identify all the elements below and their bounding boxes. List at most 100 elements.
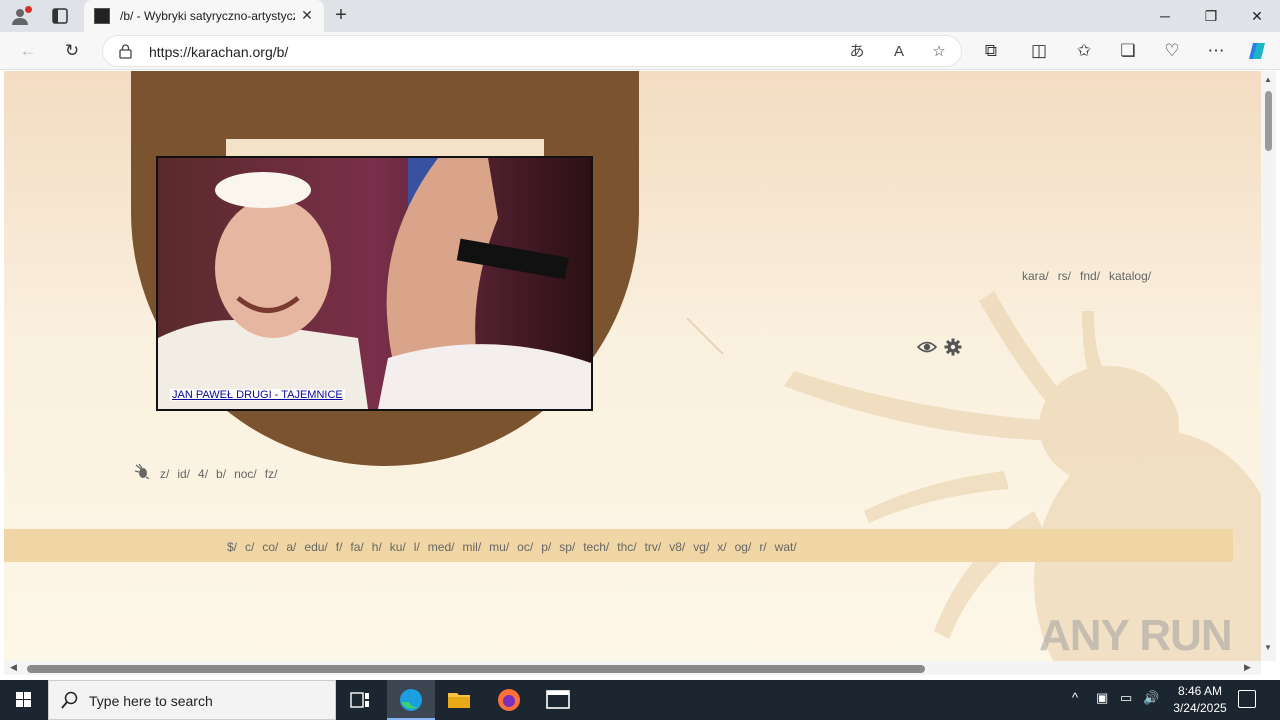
clock-date: 3/24/2025 [1173, 701, 1227, 715]
board-link[interactable]: l/ [414, 540, 420, 554]
mid-board-nav: z/id/4/b/noc/fz/ [160, 467, 285, 481]
vertical-scrollbar[interactable]: ▲ ▼ [1261, 71, 1276, 661]
board-list-bar: $/ c/co/a/edu/f/fa/h/ku/l/med/mil/mu/oc/p… [4, 529, 1233, 562]
meet-now-icon[interactable]: ▣ [1096, 690, 1108, 706]
read-aloud-icon[interactable]: A [887, 40, 911, 64]
board-link[interactable]: med/ [428, 540, 455, 554]
refresh-icon[interactable]: ↻ [58, 37, 86, 65]
top-board-nav: kara/rs/fnd/katalog/ [1022, 269, 1160, 283]
horizontal-scroll-thumb[interactable] [27, 665, 925, 673]
board-link[interactable]: c/ [245, 540, 254, 554]
more-menu-icon[interactable]: ⋯ [1202, 37, 1230, 65]
page-viewport: JAN PAWEŁ DRUGI - TAJEMNICE kara/rs/fnd/… [4, 71, 1261, 661]
volume-icon[interactable]: 🔊 [1143, 690, 1159, 706]
beetle-background-icon [784, 291, 1261, 661]
board-link[interactable]: x/ [717, 540, 726, 554]
scroll-down-icon[interactable]: ▼ [1264, 643, 1272, 652]
board-link-z[interactable]: z/ [160, 467, 169, 481]
scroll-right-icon[interactable]: ▶ [1244, 662, 1251, 673]
tray-overflow-icon[interactable]: ^ [1072, 690, 1078, 705]
start-button[interactable] [0, 680, 48, 720]
new-tab-button[interactable]: + [330, 5, 352, 27]
edge-taskbar-icon[interactable] [387, 680, 435, 720]
board-link[interactable]: v8/ [669, 540, 685, 554]
board-link[interactable]: f/ [336, 540, 343, 554]
board-link-b[interactable]: b/ [216, 467, 226, 481]
board-link-4[interactable]: 4/ [198, 467, 208, 481]
maximize-button[interactable]: ❐ [1188, 0, 1234, 32]
windows-taskbar: Type here to search ^ ▣ ▭ 🔊 8:46 AM 3/24… [0, 680, 1280, 720]
board-link[interactable]: $/ [227, 540, 237, 554]
board-link-fz[interactable]: fz/ [265, 467, 278, 481]
copilot-icon[interactable] [1244, 37, 1272, 65]
clock-time: 8:46 AM [1177, 684, 1223, 698]
taskbar-search[interactable]: Type here to search [48, 680, 336, 720]
board-link[interactable]: co/ [262, 540, 278, 554]
extensions-icon[interactable]: ⧉ [977, 37, 1005, 65]
url-text: https://karachan.org/b/ [149, 44, 289, 60]
gear-icon[interactable] [944, 338, 962, 356]
anyrun-watermark: ANY RUN [1039, 611, 1233, 660]
scroll-left-icon[interactable]: ◀ [10, 662, 17, 673]
board-link-id[interactable]: id/ [177, 467, 190, 481]
board-link-kara[interactable]: kara/ [1022, 269, 1049, 283]
board-link[interactable]: edu/ [304, 540, 327, 554]
tab-active[interactable]: /b/ - Wybryki satyryczno-artystyczne ✕ [84, 0, 324, 32]
site-favicon [94, 8, 110, 24]
browser-toolbar: ← ↻ https://karachan.org/b/ あ A ☆ ⧉ ◫ ✩ … [0, 32, 1280, 70]
back-icon[interactable]: ← [14, 37, 42, 65]
lock-icon [119, 44, 132, 59]
board-link-rs[interactable]: rs/ [1058, 269, 1071, 283]
board-link[interactable]: mu/ [489, 540, 509, 554]
translate-icon[interactable]: あ [845, 40, 869, 64]
browser-titlebar: /b/ - Wybryki satyryczno-artystyczne ✕ +… [0, 0, 1280, 32]
search-icon [61, 691, 78, 709]
favorite-star-icon[interactable]: ☆ [927, 40, 951, 64]
collections-icon[interactable]: ❏ [1114, 37, 1142, 65]
board-link[interactable]: trv/ [645, 540, 662, 554]
banner-image[interactable] [156, 156, 593, 411]
board-link[interactable]: h/ [372, 540, 382, 554]
vertical-scroll-thumb[interactable] [1265, 91, 1272, 151]
scroll-up-icon[interactable]: ▲ [1264, 75, 1272, 84]
board-link[interactable]: mil/ [462, 540, 481, 554]
board-link[interactable]: tech/ [583, 540, 609, 554]
board-link[interactable]: oc/ [517, 540, 533, 554]
board-link-noc[interactable]: noc/ [234, 467, 257, 481]
board-link[interactable]: og/ [735, 540, 752, 554]
board-link[interactable]: wat/ [775, 540, 797, 554]
beetle-icon [134, 463, 150, 479]
notification-icon[interactable] [1238, 690, 1256, 708]
eye-icon[interactable] [917, 339, 937, 355]
board-link[interactable]: a/ [286, 540, 296, 554]
task-view-icon[interactable] [336, 680, 384, 720]
board-link-katalog[interactable]: katalog/ [1109, 269, 1151, 283]
search-placeholder: Type here to search [89, 693, 213, 709]
board-link[interactable]: r/ [759, 540, 766, 554]
firefox-icon[interactable] [485, 680, 533, 720]
close-window-button[interactable]: ✕ [1234, 0, 1280, 32]
split-screen-icon[interactable]: ◫ [1025, 37, 1053, 65]
window-app-icon[interactable] [534, 680, 582, 720]
profile-icon[interactable] [10, 6, 32, 26]
minimize-button[interactable]: ─ [1142, 0, 1188, 32]
divider-line [686, 317, 724, 355]
banner-caption-link[interactable]: JAN PAWEŁ DRUGI - TAJEMNICE [170, 389, 345, 401]
board-link[interactable]: thc/ [617, 540, 636, 554]
network-icon[interactable]: ▭ [1120, 690, 1132, 706]
browser-essentials-icon[interactable]: ♡ [1158, 37, 1186, 65]
board-link-fnd[interactable]: fnd/ [1080, 269, 1100, 283]
board-link[interactable]: p/ [541, 540, 551, 554]
file-explorer-icon[interactable] [435, 680, 483, 720]
board-link[interactable]: fa/ [350, 540, 363, 554]
favorites-icon[interactable]: ✩ [1070, 37, 1098, 65]
board-link[interactable]: vg/ [693, 540, 709, 554]
tab-actions-icon[interactable] [50, 6, 70, 26]
board-link[interactable]: sp/ [559, 540, 575, 554]
system-clock[interactable]: 8:46 AM 3/24/2025 [1160, 683, 1240, 717]
tab-close-icon[interactable]: ✕ [298, 6, 316, 24]
address-bar[interactable]: https://karachan.org/b/ あ A ☆ [102, 35, 962, 67]
horizontal-scrollbar[interactable]: ◀ ▶ [4, 661, 1261, 675]
tab-title: /b/ - Wybryki satyryczno-artystyczne [120, 9, 295, 23]
board-link[interactable]: ku/ [390, 540, 406, 554]
